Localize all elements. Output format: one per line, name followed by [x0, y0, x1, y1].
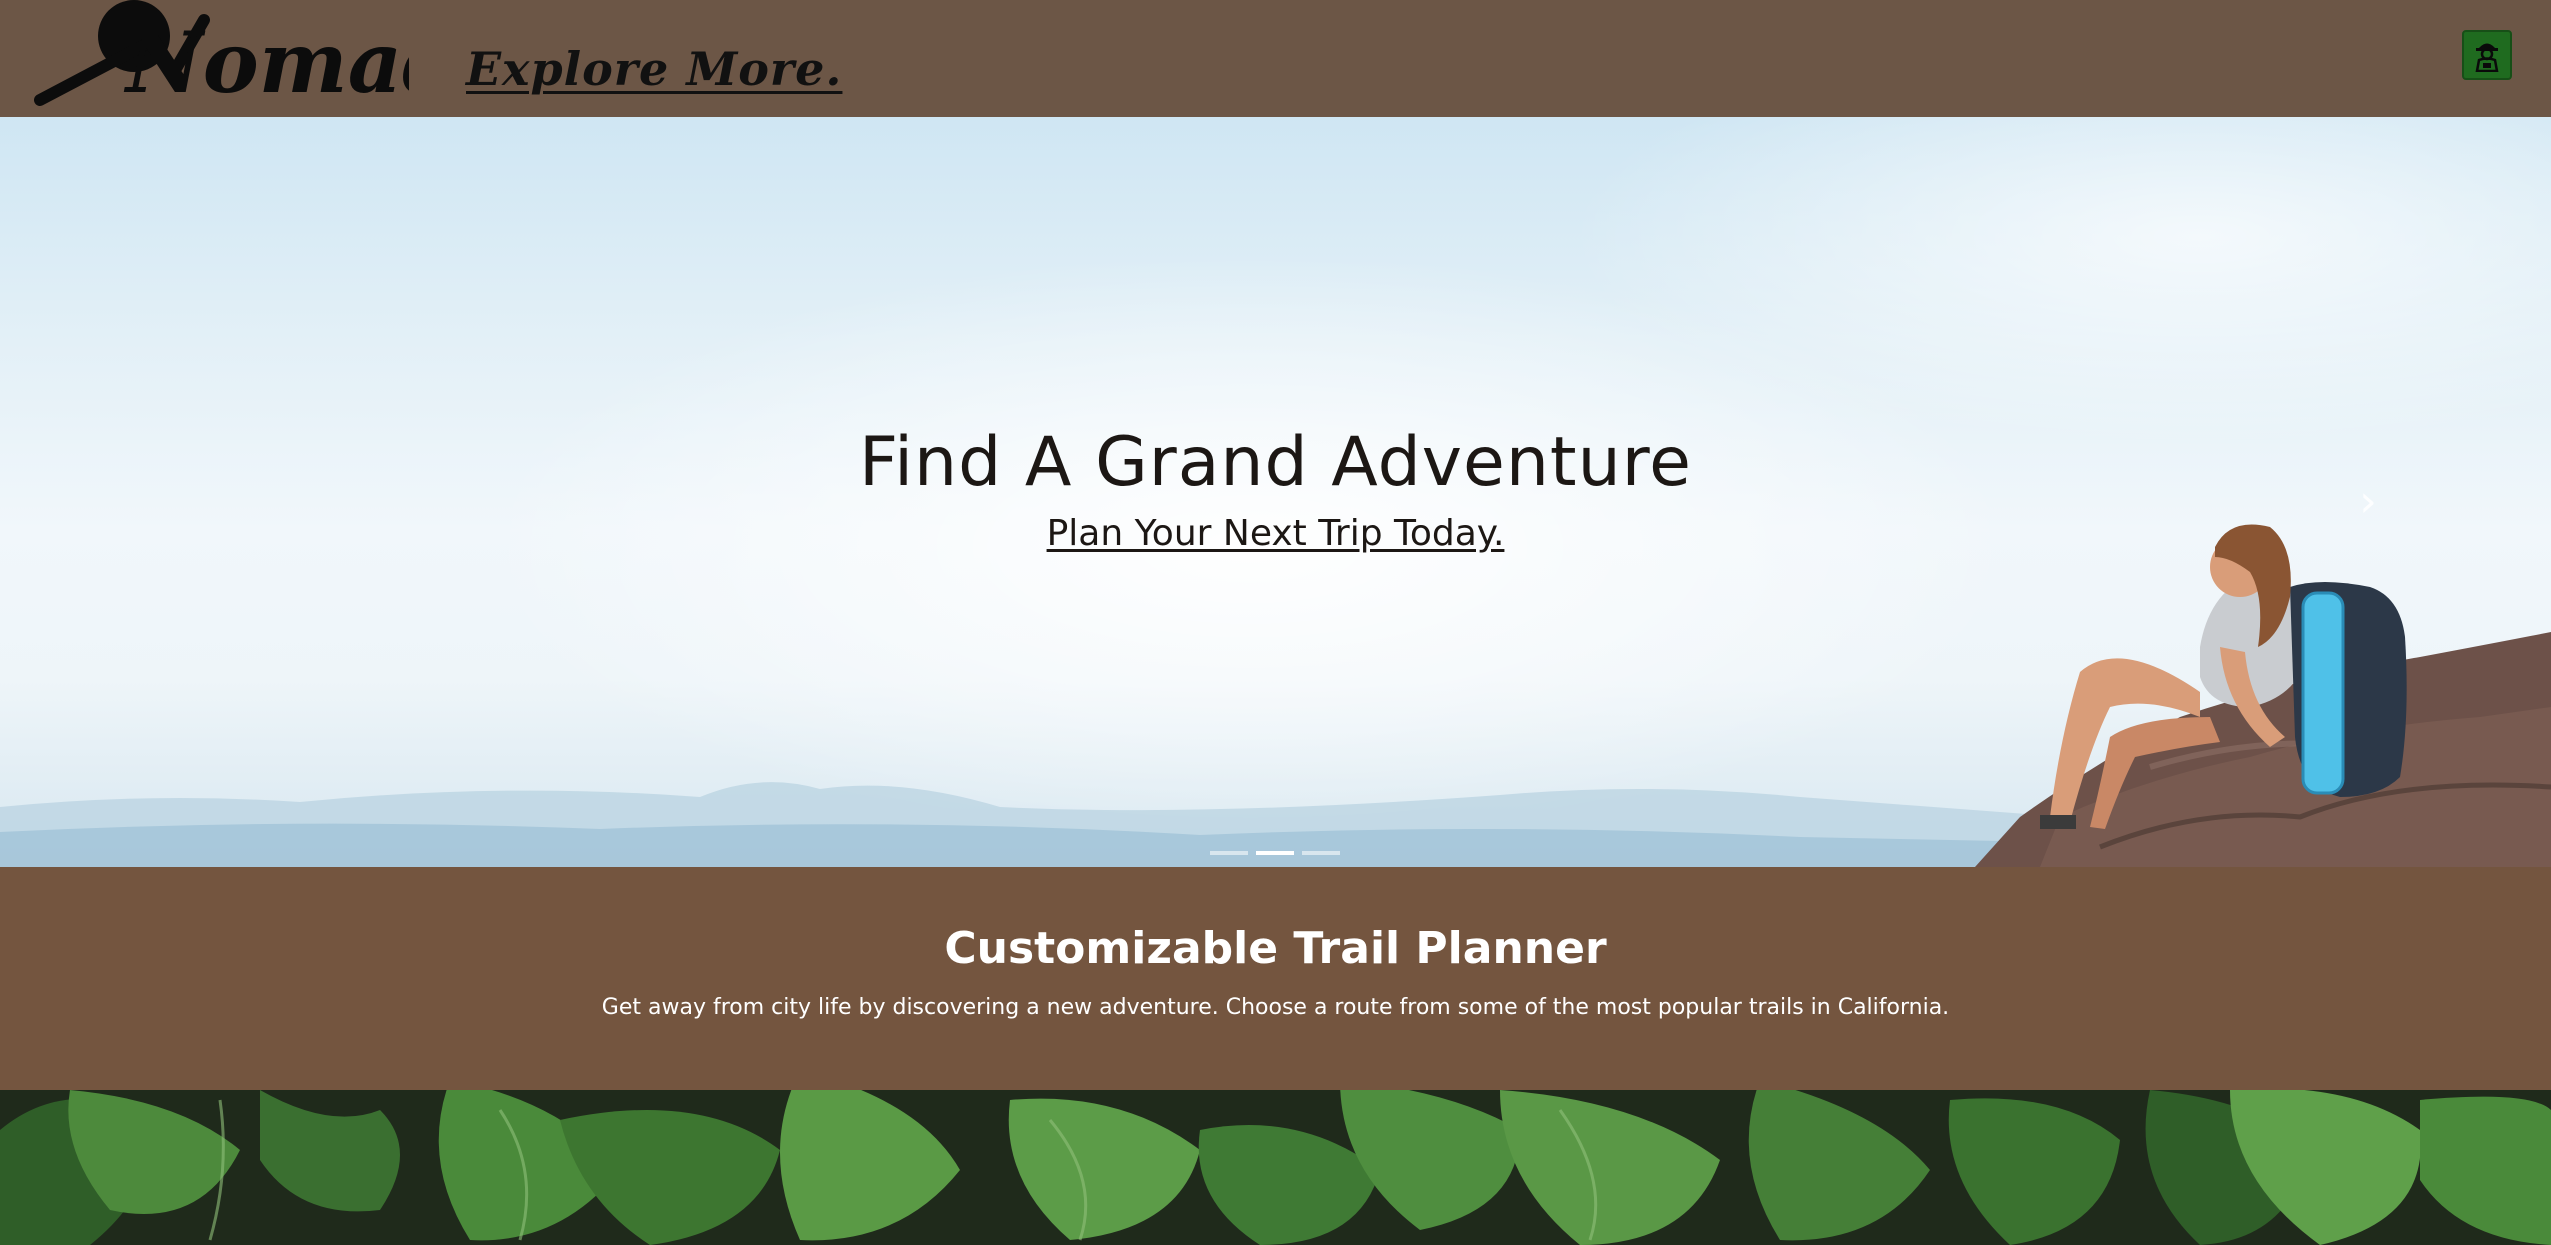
carousel-dot-1[interactable]: [1210, 851, 1248, 855]
hero-subtitle: Plan Your Next Trip Today.: [0, 512, 2551, 555]
hero-title: Find A Grand Adventure: [859, 423, 1692, 502]
site-header: Nomad Explore More.: [0, 0, 2551, 117]
nomad-logo[interactable]: Nomad: [34, 0, 461, 112]
chevron-right-icon[interactable]: ›: [2348, 472, 2388, 532]
tagline: Explore More.: [466, 42, 843, 96]
hiker-icon: [2475, 43, 2499, 72]
leaves-graphic: [0, 1090, 2551, 1245]
carousel-dot-3[interactable]: [1302, 851, 1340, 855]
planner-description: Get away from city life by discovering a…: [601, 995, 1950, 1020]
carousel-indicators: [1210, 851, 1340, 857]
trail-planner-section: Customizable Trail Planner Get away from…: [0, 867, 2551, 1090]
leaves-background-image: [0, 1090, 2551, 1245]
plan-trip-link[interactable]: Plan Your Next Trip Today.: [1047, 513, 1505, 554]
carousel-dot-2[interactable]: [1256, 851, 1294, 855]
logo-text: Nomad: [123, 13, 409, 112]
logo-graphic: Nomad: [34, 0, 461, 112]
hero-carousel: Find A Grand Adventure Plan Your Next Tr…: [0, 117, 2551, 867]
planner-title: Customizable Trail Planner: [944, 923, 1607, 974]
profile-button[interactable]: [2462, 30, 2512, 80]
